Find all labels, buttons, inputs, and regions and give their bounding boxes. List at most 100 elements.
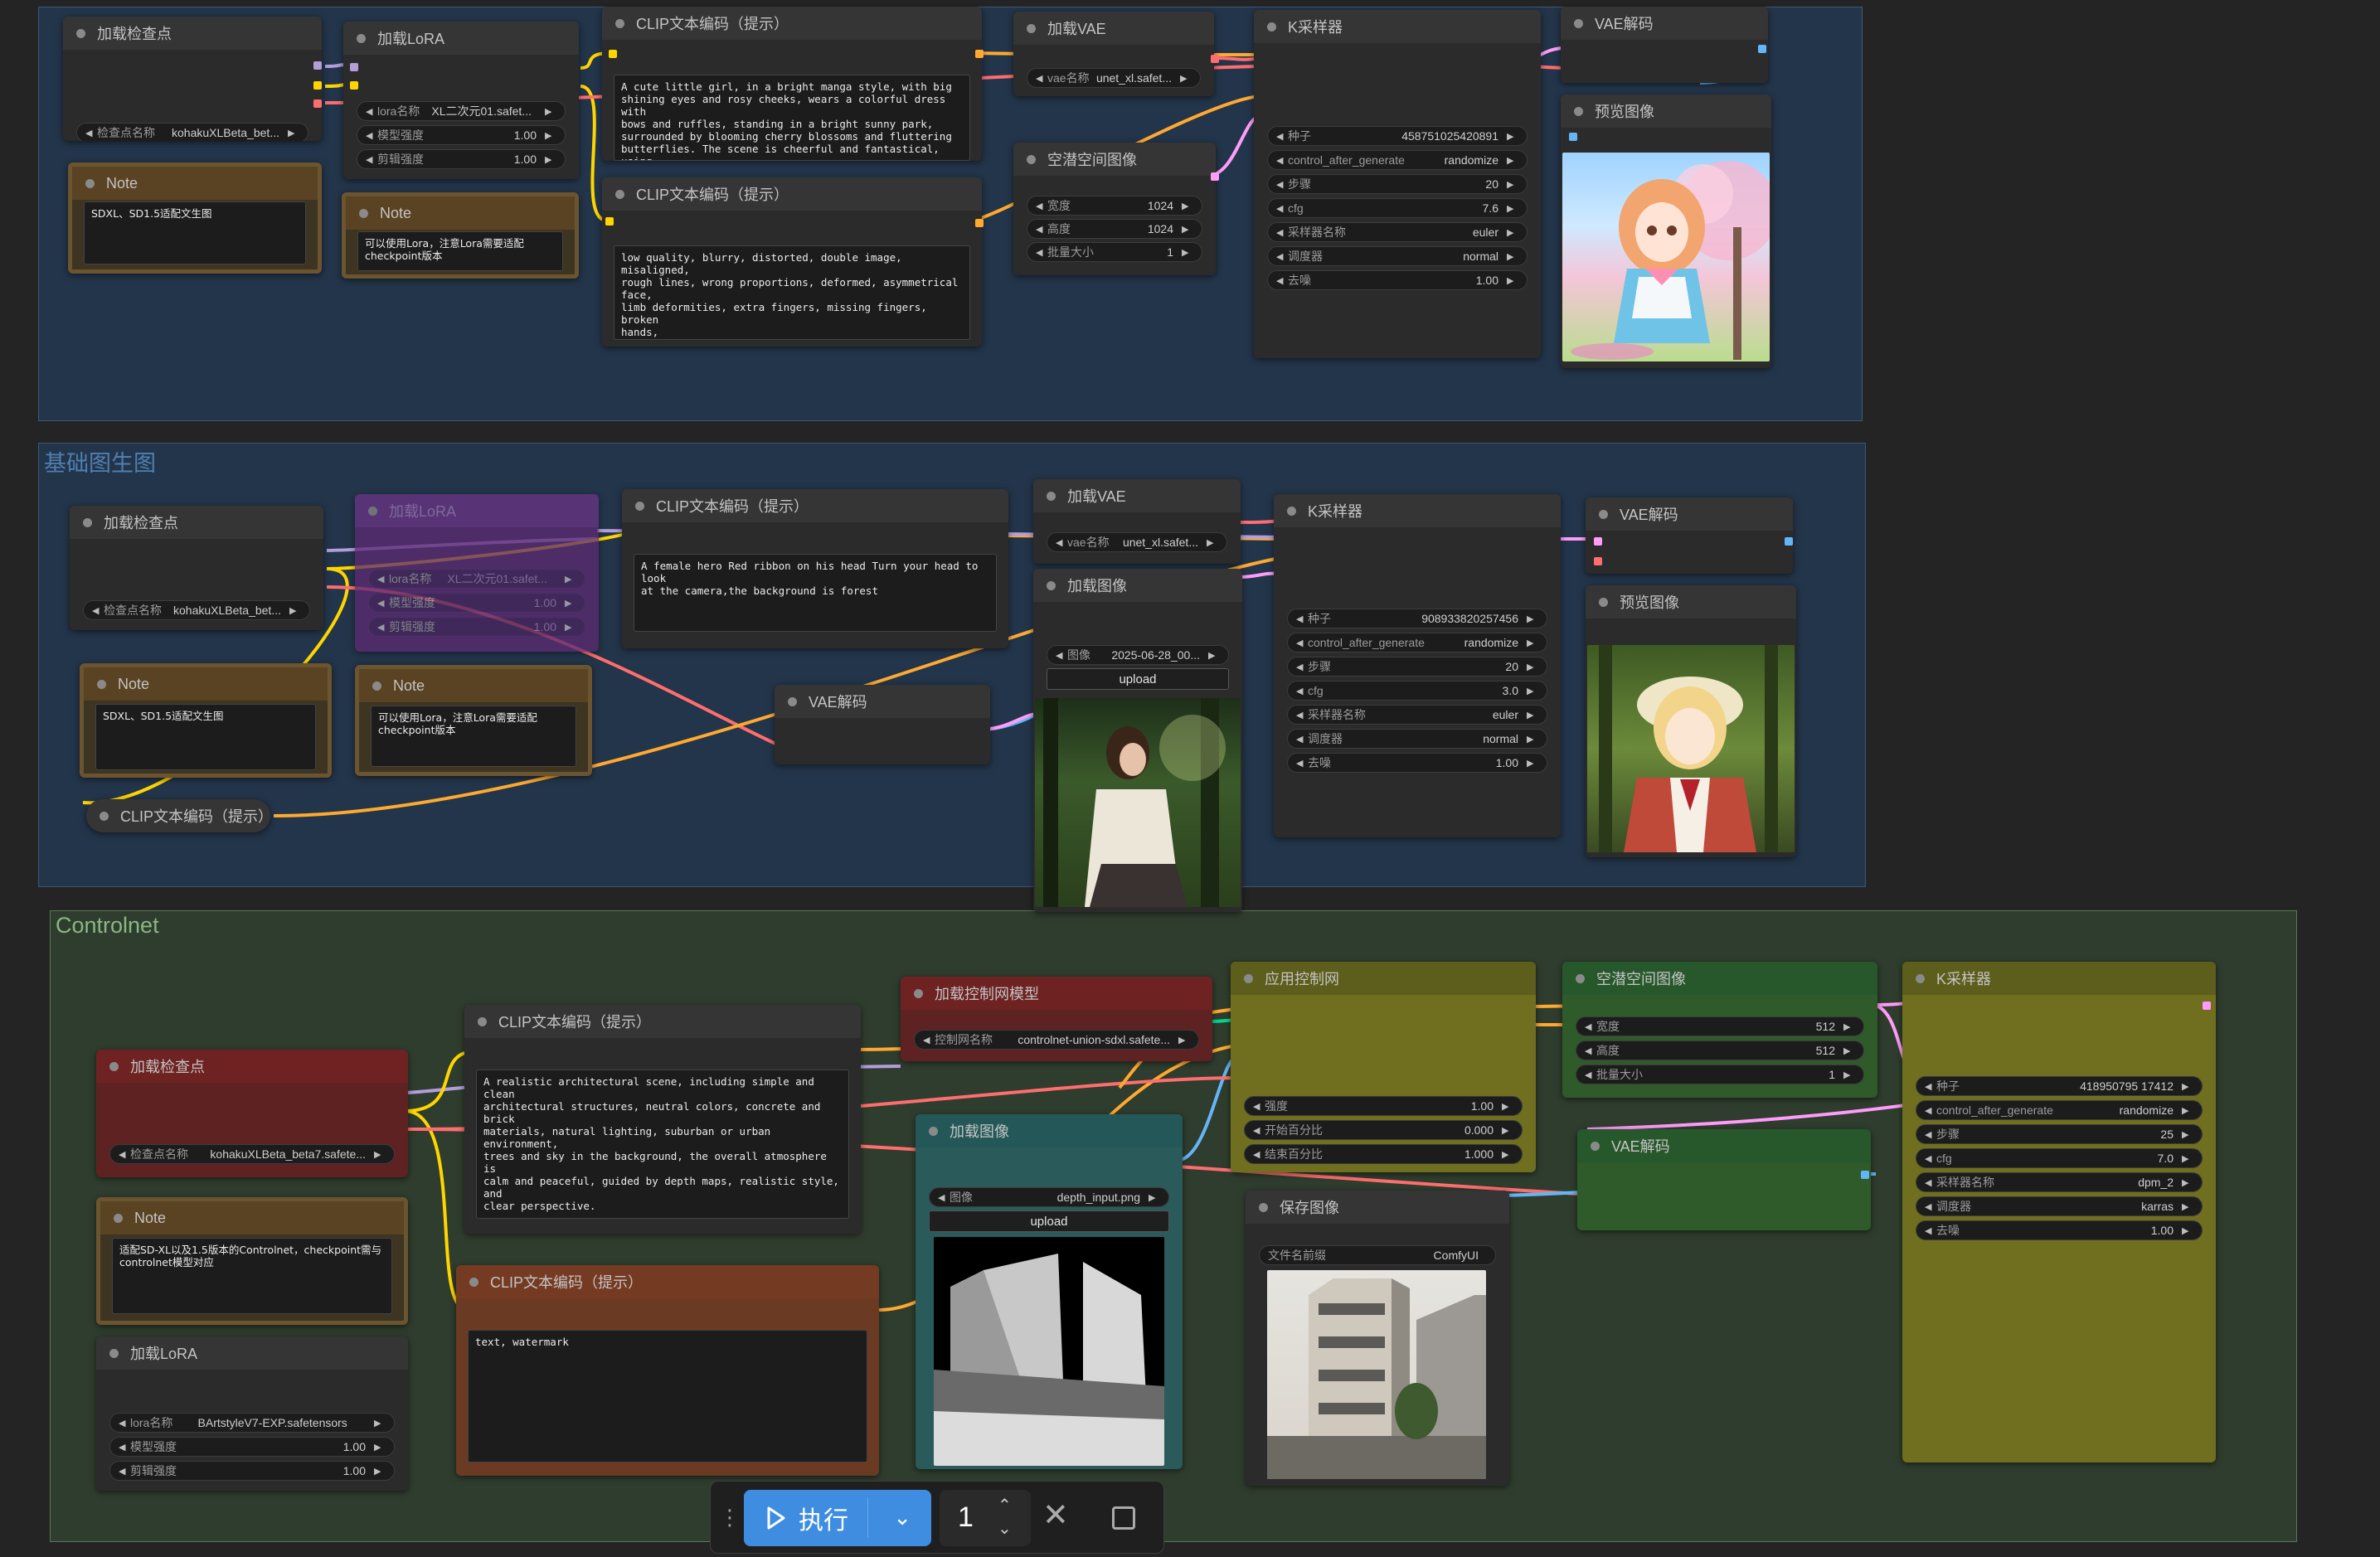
left-arrow-icon[interactable]: ◀ xyxy=(366,130,377,141)
note-cn[interactable]: Note 适配SD-XL以及1.5版本的Controlnet，checkpoin… xyxy=(96,1197,408,1325)
right-arrow-icon[interactable]: ▶ xyxy=(1527,638,1538,648)
right-arrow-icon[interactable]: ▶ xyxy=(1843,1045,1855,1056)
left-arrow-icon[interactable]: ◀ xyxy=(1056,537,1067,548)
node-latent-cn[interactable]: 空潜空间图像 ◀ 宽度 512 ▶ ◀ 高度 512 ▶ ◀ 批量大小 1 ▶ xyxy=(1562,962,1877,1098)
control-after-widget[interactable]: ◀ control_after_generate randomize ▶ xyxy=(1267,150,1528,170)
width-widget[interactable]: ◀ 宽度 512 ▶ xyxy=(1576,1016,1864,1036)
left-arrow-icon[interactable]: ◀ xyxy=(85,128,97,138)
note-top[interactable]: Note SDXL、SD1.5适配文生图 xyxy=(68,162,322,274)
width-widget[interactable]: ◀ 宽度 1024 ▶ xyxy=(1027,196,1202,216)
upload-button[interactable]: upload xyxy=(929,1210,1169,1232)
left-arrow-icon[interactable]: ◀ xyxy=(377,574,389,584)
socket-model[interactable] xyxy=(350,63,358,71)
right-arrow-icon[interactable]: ▶ xyxy=(1527,734,1538,745)
right-arrow-icon[interactable]: ▶ xyxy=(1507,131,1518,142)
left-arrow-icon[interactable]: ◀ xyxy=(119,1418,130,1428)
left-arrow-icon[interactable]: ◀ xyxy=(119,1466,130,1477)
right-arrow-icon[interactable]: ▶ xyxy=(545,106,556,117)
cancel-icon[interactable]: ✕ xyxy=(1042,1496,1069,1534)
node-vae-decode-cn[interactable]: VAE解码 xyxy=(1577,1129,1871,1230)
node-ksampler-top[interactable]: K采样器 ◀ 种子 458751025420891 ▶ ◀ control_after_… xyxy=(1254,10,1541,358)
node-clip-negative-top[interactable]: CLIP文本编码（提示） low quality, blurry, distor… xyxy=(602,177,982,347)
node-clip-positive-top[interactable]: CLIP文本编码（提示） A cute little girl, in a br… xyxy=(602,7,982,161)
left-arrow-icon[interactable]: ◀ xyxy=(1296,758,1308,769)
right-arrow-icon[interactable]: ▶ xyxy=(1502,1149,1513,1160)
right-arrow-icon[interactable]: ▶ xyxy=(1527,758,1538,769)
model-strength-widget[interactable]: ◀ 模型强度 1.00 ▶ xyxy=(368,593,585,613)
left-arrow-icon[interactable]: ◀ xyxy=(1253,1125,1265,1136)
steps-widget[interactable]: ◀ 步骤 25 ▶ xyxy=(1916,1124,2203,1144)
left-arrow-icon[interactable]: ◀ xyxy=(1036,247,1047,258)
left-arrow-icon[interactable]: ◀ xyxy=(1276,131,1288,142)
right-arrow-icon[interactable]: ▶ xyxy=(545,130,556,141)
socket-image[interactable] xyxy=(1861,1171,1869,1179)
right-arrow-icon[interactable]: ▶ xyxy=(374,1442,386,1453)
right-arrow-icon[interactable]: ▶ xyxy=(2182,1201,2193,1212)
left-arrow-icon[interactable]: ◀ xyxy=(1276,227,1288,238)
node-preview-top[interactable]: 预览图像 xyxy=(1561,95,1771,368)
right-arrow-icon[interactable]: ▶ xyxy=(1502,1101,1513,1112)
height-widget[interactable]: ◀ 高度 1024 ▶ xyxy=(1027,219,1202,239)
left-arrow-icon[interactable]: ◀ xyxy=(1925,1153,1936,1164)
height-widget[interactable]: ◀ 高度 512 ▶ xyxy=(1576,1040,1864,1060)
right-arrow-icon[interactable]: ▶ xyxy=(1178,1035,1190,1045)
right-arrow-icon[interactable]: ▶ xyxy=(2182,1129,2193,1140)
right-arrow-icon[interactable]: ▶ xyxy=(1207,537,1218,548)
socket-clip[interactable] xyxy=(609,50,617,58)
left-arrow-icon[interactable]: ◀ xyxy=(377,622,389,633)
batch-widget[interactable]: ◀ 批量大小 1 ▶ xyxy=(1027,242,1202,262)
left-arrow-icon[interactable]: ◀ xyxy=(1925,1105,1936,1116)
node-load-vae-mid[interactable]: 加载VAE ◀ vae名称 unet_xl.safet... ▶ xyxy=(1033,479,1241,564)
note-lora-mid[interactable]: Note 可以使用Lora，注意Lora需要适配checkpoint版本 xyxy=(355,665,592,776)
left-arrow-icon[interactable]: ◀ xyxy=(1296,614,1308,624)
right-arrow-icon[interactable]: ▶ xyxy=(289,605,301,616)
right-arrow-icon[interactable]: ▶ xyxy=(1527,662,1538,672)
positive-prompt[interactable]: A realistic architectural scene, includi… xyxy=(476,1070,849,1219)
socket-vae[interactable] xyxy=(313,99,322,108)
node-load-checkpoint-top[interactable]: 加载检查点 ◀ 检查点名称 kohakuXLBeta_bet... ▶ xyxy=(63,17,322,141)
comfyui-canvas[interactable]: 基础图生图 Controlnet 加载检查点 ◀ 检查点名称 kohakuXLB… xyxy=(0,0,2380,1557)
negative-prompt[interactable]: low quality, blurry, distorted, double i… xyxy=(614,245,970,340)
left-arrow-icon[interactable]: ◀ xyxy=(1296,638,1308,648)
left-arrow-icon[interactable]: ◀ xyxy=(92,605,104,616)
right-arrow-icon[interactable]: ▶ xyxy=(565,622,576,633)
right-arrow-icon[interactable]: ▶ xyxy=(288,128,299,138)
node-load-image-mid[interactable]: 加载图像 ◀ 图像 2025-06-28_00... ▶ upload xyxy=(1033,569,1242,912)
node-load-checkpoint-cn[interactable]: 加载检查点 ◀ 检查点名称 kohakuXLBeta_beta7.safete...… xyxy=(96,1050,408,1177)
left-arrow-icon[interactable]: ◀ xyxy=(1925,1177,1936,1188)
socket-cond[interactable] xyxy=(975,50,984,58)
clip-strength-widget[interactable]: ◀ 剪辑强度 1.00 ▶ xyxy=(357,149,566,169)
right-arrow-icon[interactable]: ▶ xyxy=(1507,275,1518,286)
left-arrow-icon[interactable]: ◀ xyxy=(923,1035,935,1045)
positive-prompt[interactable]: A female hero Red ribbon on his head Tur… xyxy=(634,554,997,632)
node-clip-positive-cn[interactable]: CLIP文本编码（提示） A realistic architectural s… xyxy=(464,1005,861,1234)
stop-icon[interactable] xyxy=(1112,1506,1135,1530)
upload-button[interactable]: upload xyxy=(1047,668,1229,690)
note-text[interactable]: 可以使用Lora，注意Lora需要适配checkpoint版本 xyxy=(371,706,576,767)
denoise-widget[interactable]: ◀ 去噪 1.00 ▶ xyxy=(1267,270,1528,290)
right-arrow-icon[interactable]: ▶ xyxy=(1507,155,1518,166)
left-arrow-icon[interactable]: ◀ xyxy=(377,598,389,609)
socket-clip[interactable] xyxy=(605,217,614,226)
left-arrow-icon[interactable]: ◀ xyxy=(1925,1201,1936,1212)
left-arrow-icon[interactable]: ◀ xyxy=(1585,1021,1596,1032)
node-load-vae-top[interactable]: 加载VAE ◀ vae名称 unet_xl.safet... ▶ xyxy=(1013,12,1214,96)
model-strength-widget[interactable]: ◀ 模型强度 1.00 ▶ xyxy=(109,1437,395,1457)
control-after-widget[interactable]: ◀ control_after_generate randomize ▶ xyxy=(1287,633,1547,652)
controlnet-name-widget[interactable]: ◀ 控制网名称 controlnet-union-sdxl.safete... ▶ xyxy=(914,1030,1199,1050)
socket-clip[interactable] xyxy=(313,81,322,90)
decrement-icon[interactable]: ⌄ xyxy=(998,1518,1012,1539)
scheduler-widget[interactable]: ◀ 调度器 karras ▶ xyxy=(1916,1196,2203,1216)
end-percent-widget[interactable]: ◀ 结束百分比 1.000 ▶ xyxy=(1244,1144,1523,1164)
left-arrow-icon[interactable]: ◀ xyxy=(1585,1070,1596,1080)
drag-handle-icon[interactable]: ⋮ xyxy=(719,1503,741,1531)
left-arrow-icon[interactable]: ◀ xyxy=(1296,710,1308,720)
seed-widget[interactable]: ◀ 种子 418950795 17412 ▶ xyxy=(1916,1076,2203,1096)
socket-image[interactable] xyxy=(1758,45,1766,53)
left-arrow-icon[interactable]: ◀ xyxy=(1925,1225,1936,1236)
control-after-widget[interactable]: ◀ control_after_generate randomize ▶ xyxy=(1916,1100,2203,1120)
node-save-image[interactable]: 保存图像 文件名前缀 ComfyUI xyxy=(1246,1191,1509,1486)
run-button[interactable]: 执行 ⌄ xyxy=(744,1490,931,1546)
left-arrow-icon[interactable]: ◀ xyxy=(938,1192,950,1203)
image-select-widget[interactable]: ◀ 图像 2025-06-28_00... ▶ xyxy=(1047,645,1229,665)
